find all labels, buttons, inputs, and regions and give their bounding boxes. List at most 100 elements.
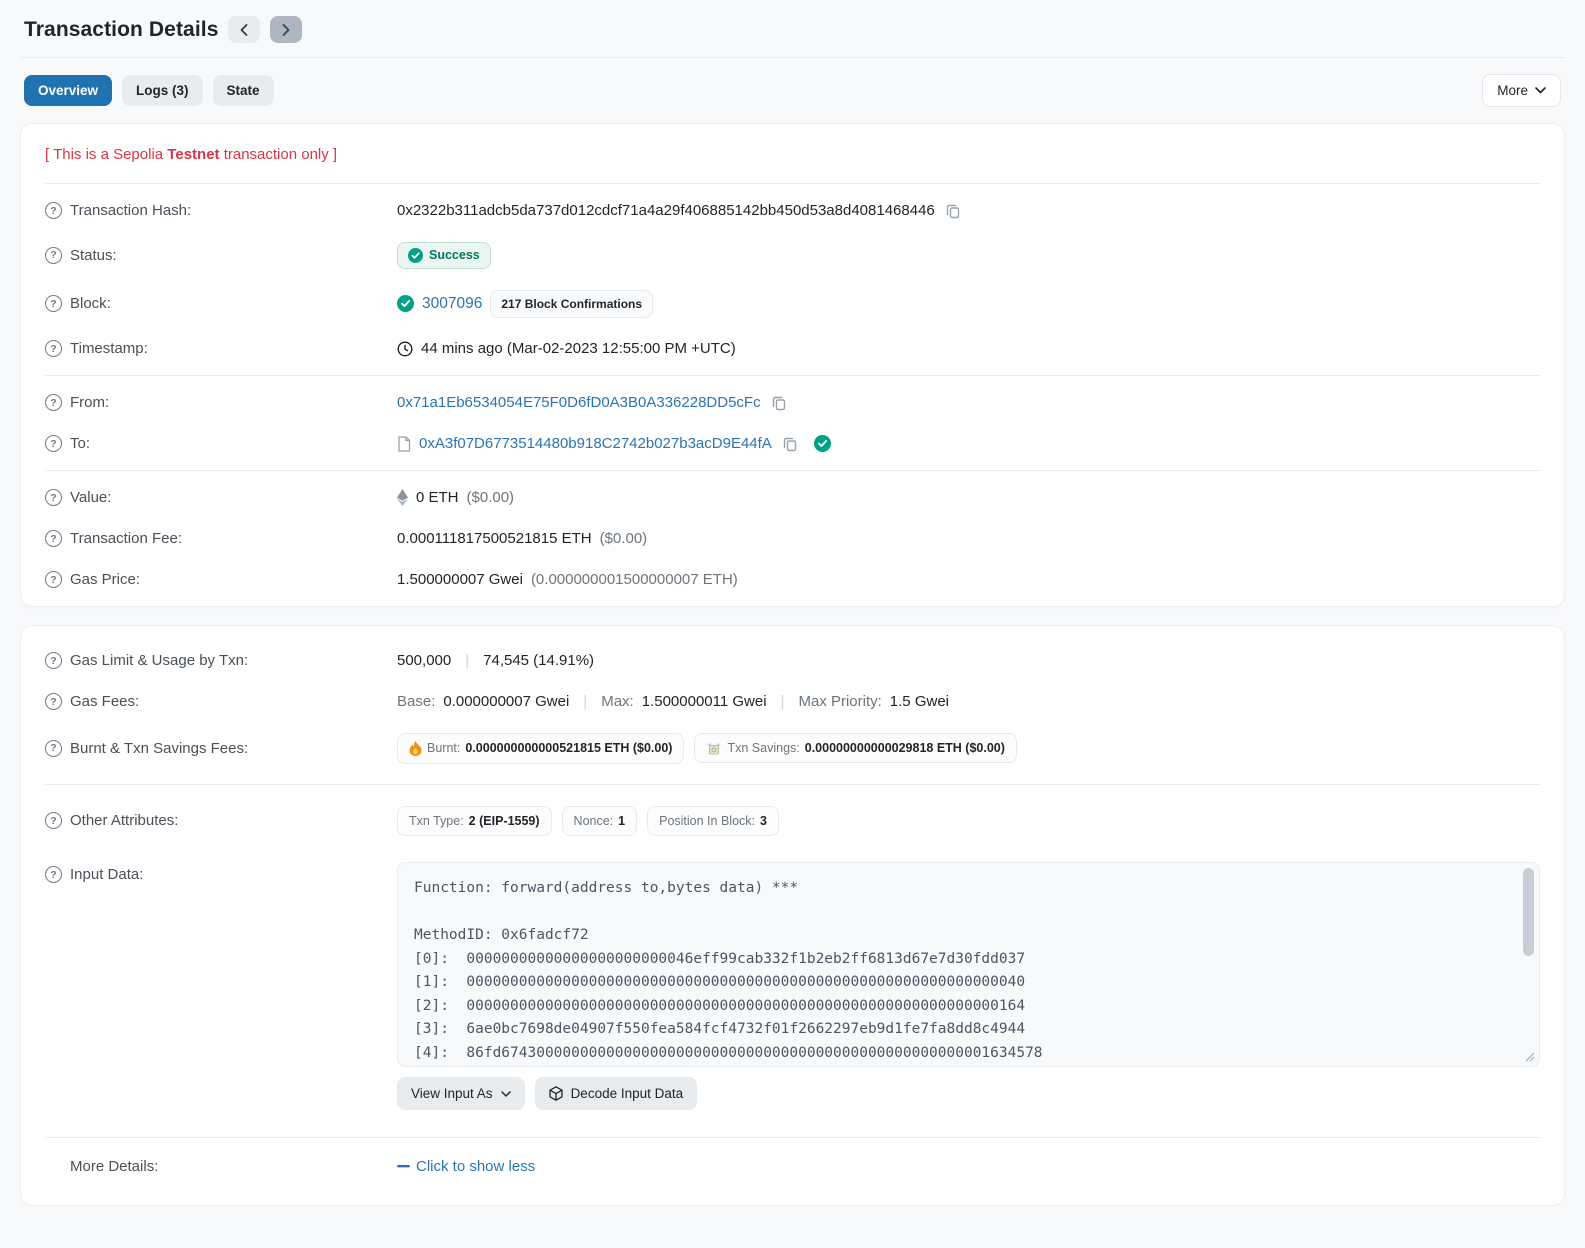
header-divider [20,57,1565,58]
max-priority-fee-value: 1.5 Gwei [889,693,949,710]
status-text: Success [429,248,480,262]
more-dropdown-button[interactable]: More [1482,74,1561,107]
more-label: More [1497,83,1528,98]
help-icon[interactable]: ? [45,246,62,264]
copy-icon[interactable] [780,436,800,452]
view-input-as-button[interactable]: View Input As [397,1077,525,1110]
gas-price-label: Gas Price: [70,571,141,588]
divider [45,183,1540,184]
from-address-link[interactable]: 0x71a1Eb6534054E75F0D6fD0A3B0A336228DD5c… [397,394,761,411]
status-badge: Success [397,241,491,269]
clock-icon [397,340,413,357]
position-in-block-badge: Position In Block: 3 [647,805,779,836]
help-icon[interactable]: ? [45,866,62,883]
check-circle-icon [408,247,423,263]
input-data-label: Input Data: [70,866,144,883]
chevron-right-icon [282,23,290,36]
timestamp-row: ? Timestamp: 44 mins ago (Mar-02-2023 12… [45,328,1540,369]
separator: | [583,693,588,710]
next-transaction-button[interactable] [270,16,303,43]
decode-input-data-label: Decode Input Data [570,1086,684,1101]
help-icon[interactable]: ? [45,295,62,312]
max-fee-value: 1.500000011 Gwei [641,693,767,710]
gas-fees-row: ? Gas Fees: Base: 0.000000007 Gwei | Max… [45,681,1540,722]
transaction-fee-label: Transaction Fee: [70,530,182,547]
scrollbar-thumb[interactable] [1523,868,1534,956]
txn-savings-label: Txn Savings: [727,741,800,755]
help-icon[interactable]: ? [45,202,62,219]
burnt-fees-row: ? Burnt & Txn Savings Fees: Burnt: 0.000… [45,722,1540,774]
more-details-label: More Details: [70,1157,159,1175]
help-icon[interactable]: ? [45,739,62,757]
value-row: ? Value: 0 ETH ($0.00) [45,477,1540,518]
tab-logs[interactable]: Logs (3) [122,75,203,106]
gas-limit-value: 500,000 [397,652,452,669]
page-title: Transaction Details [24,17,219,41]
cube-icon [548,1086,563,1101]
more-details-row: More Details: Click to show less [45,1144,1540,1189]
gas-price-amount: 1.500000007 Gwei [397,571,523,588]
block-number-link[interactable]: 3007096 [422,295,482,313]
gas-limit-row: ? Gas Limit & Usage by Txn: 500,000 | 74… [45,640,1540,681]
help-icon[interactable]: ? [45,530,62,547]
help-icon[interactable]: ? [45,489,62,506]
value-usd: ($0.00) [466,489,515,506]
overview-card: [ This is a Sepolia Testnet transaction … [20,123,1565,607]
prev-transaction-button[interactable] [228,16,261,43]
notice-bold: Testnet [167,146,220,163]
check-circle-icon [397,295,414,312]
transaction-hash-value: 0x2322b311adcb5da737d012cdcf71a4a29f4068… [397,202,935,219]
copy-icon[interactable] [769,395,789,411]
money-wings-icon [706,742,722,755]
chevron-left-icon [240,23,248,36]
position-in-block-label: Position In Block: [659,813,755,828]
show-less-link[interactable]: Click to show less [397,1158,535,1175]
decode-input-data-button[interactable]: Decode Input Data [534,1077,698,1110]
help-icon[interactable]: ? [45,340,62,357]
max-fee-label: Max: [601,693,634,710]
txn-type-label: Txn Type: [409,813,464,828]
chevron-down-icon [500,1090,511,1097]
other-attributes-label: Other Attributes: [70,812,179,829]
tab-bar: Overview Logs (3) State More [20,74,1565,123]
nonce-badge: Nonce: 1 [561,805,638,836]
value-amount: 0 ETH [416,489,459,506]
help-icon[interactable]: ? [45,693,62,710]
help-icon[interactable]: ? [45,435,62,452]
max-priority-fee-label: Max Priority: [798,693,882,710]
input-data-box[interactable]: Function: forward(address to,bytes data)… [397,862,1540,1067]
fire-icon [409,740,422,756]
gas-price-eth: (0.000000001500000007 ETH) [530,571,738,588]
tab-state[interactable]: State [212,75,274,106]
transaction-hash-label: Transaction Hash: [70,202,192,219]
base-fee-label: Base: [397,693,436,710]
help-icon[interactable]: ? [45,652,62,669]
tab-overview[interactable]: Overview [24,75,113,106]
details-card: ? Gas Limit & Usage by Txn: 500,000 | 74… [20,625,1565,1206]
burnt-badge: Burnt: 0.000000000000521815 ETH ($0.00) [397,732,685,764]
help-icon[interactable]: ? [45,394,62,411]
transaction-fee-row: ? Transaction Fee: 0.000111817500521815 … [45,518,1540,559]
to-label: To: [70,435,91,452]
copy-icon[interactable] [943,203,963,219]
ethereum-icon [397,489,408,506]
txn-savings-value: 0.00000000000029818 ETH ($0.00) [804,741,1005,755]
chevron-down-icon [1535,87,1546,94]
help-icon[interactable]: ? [45,571,62,588]
show-less-label: Click to show less [416,1157,536,1175]
notice-prefix: [ This is a Sepolia [45,146,168,163]
to-address-link[interactable]: 0xA3f07D6773514480b918C2742b027b3acD9E44… [419,435,772,452]
minus-icon [397,1164,410,1168]
separator: | [465,652,470,669]
gas-fees-label: Gas Fees: [70,693,140,710]
verified-check-circle-icon [813,435,831,452]
resize-grip-icon[interactable] [1525,1052,1537,1064]
status-label: Status: [70,246,117,264]
block-confirmations-badge: 217 Block Confirmations [490,289,654,318]
txn-savings-badge: Txn Savings: 0.00000000000029818 ETH ($0… [694,733,1017,763]
help-icon[interactable]: ? [45,812,62,829]
testnet-notice: [ This is a Sepolia Testnet transaction … [45,130,1540,177]
separator: | [780,693,785,710]
from-label: From: [70,394,110,411]
from-row: ? From: 0x71a1Eb6534054E75F0D6fD0A3B0A33… [45,382,1540,423]
